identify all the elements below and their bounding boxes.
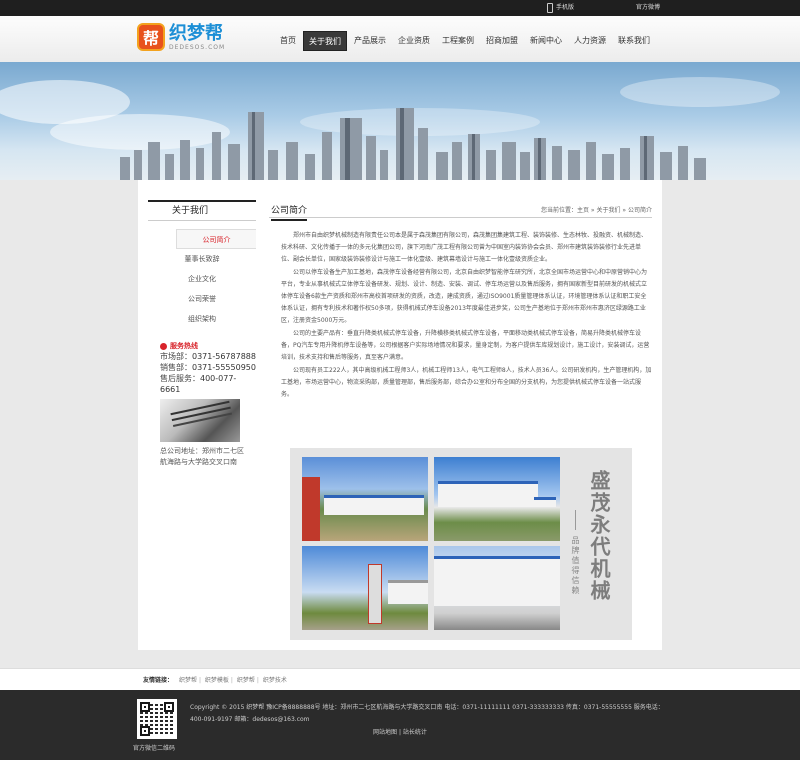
sitemap-link[interactable]: 网站地图 xyxy=(373,729,397,736)
hotline-row: 售后服务：400-077-6661 xyxy=(160,374,237,394)
page-title: 公司简介 xyxy=(271,203,308,221)
site-logo[interactable]: 帮 织梦帮 DEDESOS.COM xyxy=(137,23,225,51)
skyline-image xyxy=(0,77,780,180)
logo-text: 织梦帮 xyxy=(169,22,223,44)
contact-image xyxy=(160,399,240,442)
logo-subtext: DEDESOS.COM xyxy=(169,43,226,51)
sidebar-item-culture[interactable]: 企业文化 xyxy=(148,269,256,289)
logo-mark-icon: 帮 xyxy=(137,23,165,51)
phone-icon xyxy=(160,342,167,350)
company-address: 总公司地址：郑州市二七区航海路与大学路交叉口南 xyxy=(160,447,244,466)
main-nav: 首页 关于我们 产品展示 企业资质 工程案例 招商加盟 新闻中心 人力资源 联系… xyxy=(275,31,657,51)
nav-item-about[interactable]: 关于我们 xyxy=(303,31,347,51)
breadcrumb: 您当前位置：主页 » 关于我们 » 公司简介 xyxy=(541,207,652,214)
city-skyline-banner xyxy=(0,62,800,180)
factory-photo xyxy=(302,457,428,541)
footer-info: Copyright © 2015 织梦帮 豫ICP备8888888号 地址：郑州… xyxy=(190,704,664,723)
nav-item-home[interactable]: 首页 xyxy=(275,31,301,51)
hotline-row: 市场部：0371-56787888 xyxy=(160,352,256,361)
factory-photo xyxy=(302,546,428,630)
brand-tagline: 品牌值得信赖 xyxy=(571,536,580,596)
stats-link[interactable]: 站长统计 xyxy=(403,729,427,736)
nav-item-franchise[interactable]: 招商加盟 xyxy=(481,31,523,51)
nav-item-qualifications[interactable]: 企业资质 xyxy=(393,31,435,51)
article-paragraph: 公司现有员工222人，其中高级机械工程师3人，机械工程师13人，电气工程师8人，… xyxy=(281,367,652,398)
article-paragraph: 公司以停车设备生产加工基地，森茂停车设备经营有限公司，北京自由织梦智能停车研究所… xyxy=(281,269,648,324)
nav-item-hr[interactable]: 人力资源 xyxy=(569,31,611,51)
article-paragraph: 郑州市自由织梦机械制造有限责任公司本是属于森茂集团有限公司，森茂集团集建筑工程、… xyxy=(281,232,648,263)
site-footer: 官方微信二维码 Copyright © 2015 织梦帮 豫ICP备888888… xyxy=(0,690,800,760)
sidebar-item-honors[interactable]: 公司荣誉 xyxy=(148,289,256,309)
hotline-row: 销售部：0371-55550950 xyxy=(160,363,256,372)
sidebar: 关于我们 公司简介 董事长致辞 企业文化 公司荣誉 组织架构 服务热线 市场部：… xyxy=(148,200,256,468)
brand-slogan: 盛茂永代机械 品牌值得信赖 xyxy=(568,470,618,630)
brand-name: 盛茂永代机械 xyxy=(587,470,611,602)
service-hotline: 服务热线 市场部：0371-56787888 销售部：0371-55550950… xyxy=(148,341,256,395)
factory-photo xyxy=(434,546,560,630)
article: 公司简介 您当前位置：主页 » 关于我们 » 公司简介 郑州市自由织梦机械制造有… xyxy=(269,200,652,402)
friend-link[interactable]: 织梦帮 xyxy=(179,677,197,684)
friend-link[interactable]: 织梦技术 xyxy=(263,677,287,684)
nav-item-products[interactable]: 产品展示 xyxy=(349,31,391,51)
main-content-panel: 关于我们 公司简介 董事长致辞 企业文化 公司荣誉 组织架构 服务热线 市场部：… xyxy=(138,180,662,650)
top-bar: 手机版 官方微博 xyxy=(0,0,800,16)
friend-link[interactable]: 织梦模板 xyxy=(205,677,229,684)
nav-item-cases[interactable]: 工程案例 xyxy=(437,31,479,51)
mobile-version-label: 手机版 xyxy=(556,4,575,11)
footer-links: 网站地图 | 站长统计 xyxy=(373,729,427,736)
nav-item-contact[interactable]: 联系我们 xyxy=(613,31,655,51)
factory-photo xyxy=(434,457,560,541)
article-body: 郑州市自由织梦机械制造有限责任公司本是属于森茂集团有限公司，森茂集团集建筑工程、… xyxy=(269,230,652,401)
friend-links-bar: 友情链接： 织梦帮 | 织梦模板 | 织梦帮 | 织梦技术 xyxy=(0,668,800,690)
site-header: 帮 织梦帮 DEDESOS.COM 首页 关于我们 产品展示 企业资质 工程案例… xyxy=(0,16,800,62)
sidebar-item-chairman-speech[interactable]: 董事长致辞 xyxy=(148,249,256,269)
sidebar-item-structure[interactable]: 组织架构 xyxy=(148,309,256,329)
weibo-link[interactable]: 官方微博 xyxy=(636,3,660,13)
mobile-version-link[interactable]: 手机版 xyxy=(547,3,574,13)
friend-link[interactable]: 织梦帮 xyxy=(237,677,255,684)
friend-links-label: 友情链接： xyxy=(143,677,174,684)
phone-icon xyxy=(547,3,553,13)
sidebar-item-company-profile[interactable]: 公司简介 xyxy=(176,229,256,249)
article-paragraph: 公司的主要产品有：垂直升降类机械式停车设备，升降横移类机械式停车设备，平面移动类… xyxy=(281,330,650,361)
hotline-title: 服务热线 xyxy=(170,342,198,350)
sidebar-title: 关于我们 xyxy=(148,200,256,221)
qr-caption: 官方微信二维码 xyxy=(133,745,176,752)
nav-item-news[interactable]: 新闻中心 xyxy=(525,31,567,51)
factory-photo-gallery: 盛茂永代机械 品牌值得信赖 xyxy=(290,448,632,640)
